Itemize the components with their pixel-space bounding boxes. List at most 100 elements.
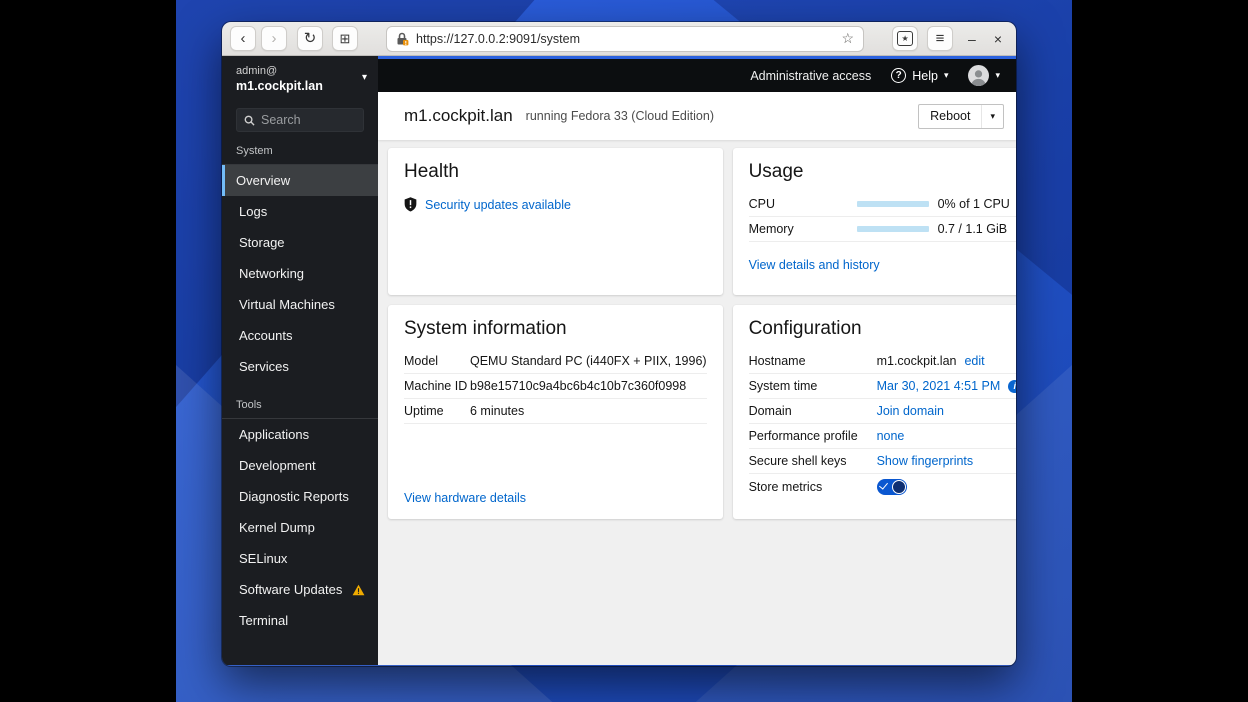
hamburger-icon: ≡ [936, 31, 945, 46]
sidebar-item-services[interactable]: Services [222, 351, 378, 382]
chevron-down-icon: ▾ [362, 72, 367, 83]
hostname-value: m1.cockpit.lan [877, 354, 957, 368]
sidebar-item-label: Virtual Machines [239, 297, 335, 312]
security-updates-link[interactable]: Security updates available [425, 198, 571, 212]
show-fingerprints-link[interactable]: Show fingerprints [877, 454, 974, 468]
browser-toolbar: ‹ › ↻ ⊞ https://127.0.0.2:9091/system ☆ … [222, 22, 1016, 56]
performance-profile-link[interactable]: none [877, 429, 905, 443]
administrative-access-button[interactable]: Administrative access [750, 69, 871, 83]
info-row-machine-id: Machine ID b98e15710c9a4bc6b4c10b7c360f0… [404, 374, 707, 399]
sidebar-item-label: Overview [236, 173, 290, 188]
page-title: m1.cockpit.lan [404, 106, 513, 126]
sidebar-item-label: Logs [239, 204, 267, 219]
cpu-progress-bar [857, 201, 929, 207]
system-time-link[interactable]: Mar 30, 2021 4:51 PM [877, 379, 1001, 393]
sidebar-search[interactable] [236, 108, 364, 132]
sidebar-item-terminal[interactable]: Terminal [222, 605, 378, 636]
user-menu[interactable]: ▾ [968, 65, 1000, 86]
sidebar-item-software-updates[interactable]: Software Updates [222, 574, 378, 605]
sidebar-item-label: Development [239, 458, 316, 473]
insecure-lock-icon [396, 32, 409, 46]
config-row-store-metrics: Store metrics [749, 474, 1016, 499]
config-row-performance-profile: Performance profile none [749, 424, 1016, 449]
back-icon: ‹ [241, 31, 246, 46]
info-icon[interactable]: i [1008, 380, 1016, 393]
usage-label: Memory [749, 222, 857, 236]
bookmark-star-icon[interactable]: ☆ [841, 30, 854, 47]
sidebar-item-kernel-dump[interactable]: Kernel Dump [222, 512, 378, 543]
chevron-down-icon: ▾ [995, 70, 1000, 81]
user-name: admin@ [236, 65, 364, 77]
memory-progress-bar [857, 226, 929, 232]
sidebar-item-logs[interactable]: Logs [222, 196, 378, 227]
close-button[interactable]: × [994, 32, 1002, 46]
menu-button[interactable]: ≡ [927, 26, 953, 51]
usage-value: 0% of 1 CPU [938, 197, 1010, 211]
sidebar: admin@ m1.cockpit.lan ▾ System Overview … [222, 56, 378, 665]
info-row-uptime: Uptime 6 minutes [404, 399, 707, 424]
configuration-card: Configuration Hostname m1.cockpit.lan ed… [733, 305, 1016, 519]
warning-icon [352, 584, 365, 596]
search-icon [244, 115, 255, 126]
new-tab-button[interactable]: ⊞ [332, 26, 358, 51]
tab-overview-button[interactable]: ★ [892, 26, 918, 51]
check-icon [879, 480, 888, 489]
toggle-knob [892, 480, 906, 494]
info-label: Uptime [404, 404, 470, 418]
url-bar[interactable]: https://127.0.0.2:9091/system ☆ [386, 26, 864, 52]
browser-window: ‹ › ↻ ⊞ https://127.0.0.2:9091/system ☆ … [222, 22, 1016, 666]
minimize-button[interactable]: – [968, 32, 976, 46]
store-metrics-toggle[interactable] [877, 479, 907, 495]
search-input[interactable] [261, 113, 351, 127]
card-title: Usage [749, 161, 1016, 183]
info-row-model: Model QEMU Standard PC (i440FX + PIIX, 1… [404, 349, 707, 374]
tab-overview-icon: ★ [897, 31, 913, 46]
sidebar-item-accounts[interactable]: Accounts [222, 320, 378, 351]
config-row-domain: Domain Join domain [749, 399, 1016, 424]
config-row-hostname: Hostname m1.cockpit.lan edit [749, 349, 1016, 374]
main-area: Administrative access ? Help ▾ ▾ [378, 56, 1016, 665]
sidebar-item-storage[interactable]: Storage [222, 227, 378, 258]
info-value: QEMU Standard PC (i440FX + PIIX, 1996) [470, 354, 707, 368]
sidebar-item-overview[interactable]: Overview [222, 165, 378, 196]
view-hardware-details-link[interactable]: View hardware details [404, 491, 707, 505]
sidebar-item-label: Storage [239, 235, 285, 250]
config-label: Performance profile [749, 429, 877, 443]
host-switcher[interactable]: admin@ m1.cockpit.lan ▾ [222, 56, 378, 99]
card-title: Configuration [749, 318, 1016, 340]
sidebar-item-applications[interactable]: Applications [222, 419, 378, 450]
avatar [968, 65, 989, 86]
config-label: System time [749, 379, 877, 393]
security-shield-icon [404, 197, 417, 212]
sidebar-item-networking[interactable]: Networking [222, 258, 378, 289]
nav-section-title: System [222, 143, 378, 165]
refresh-icon: ↻ [304, 31, 317, 46]
sidebar-item-development[interactable]: Development [222, 450, 378, 481]
sidebar-item-label: Services [239, 359, 289, 374]
view-details-history-link[interactable]: View details and history [749, 258, 1016, 272]
config-row-secure-shell-keys: Secure shell keys Show fingerprints [749, 449, 1016, 474]
window-controls: – × [968, 32, 1002, 46]
help-icon: ? [891, 68, 906, 83]
usage-label: CPU [749, 197, 857, 211]
refresh-button[interactable]: ↻ [297, 26, 323, 51]
sidebar-item-selinux[interactable]: SELinux [222, 543, 378, 574]
config-row-system-time: System time Mar 30, 2021 4:51 PM i [749, 374, 1016, 399]
config-label: Secure shell keys [749, 454, 877, 468]
back-button[interactable]: ‹ [230, 26, 256, 51]
host-name: m1.cockpit.lan [236, 79, 364, 93]
reboot-caret-button[interactable]: ▾ [981, 105, 1003, 128]
sidebar-item-label: Software Updates [239, 582, 342, 597]
chevron-down-icon: ▾ [944, 70, 949, 81]
reboot-button[interactable]: Reboot ▾ [918, 104, 1004, 129]
help-menu[interactable]: ? Help ▾ [891, 68, 948, 83]
forward-button[interactable]: › [261, 26, 287, 51]
usage-card: Usage CPU 0% of 1 CPU Memory 0.7 / 1. [733, 148, 1016, 295]
hostname-edit-link[interactable]: edit [964, 354, 984, 368]
config-label: Hostname [749, 354, 877, 368]
sidebar-item-diagnostic-reports[interactable]: Diagnostic Reports [222, 481, 378, 512]
join-domain-link[interactable]: Join domain [877, 404, 944, 418]
page-content: Health Security updates available Usage [378, 140, 1016, 665]
sidebar-item-label: Applications [239, 427, 309, 442]
sidebar-item-virtual-machines[interactable]: Virtual Machines [222, 289, 378, 320]
